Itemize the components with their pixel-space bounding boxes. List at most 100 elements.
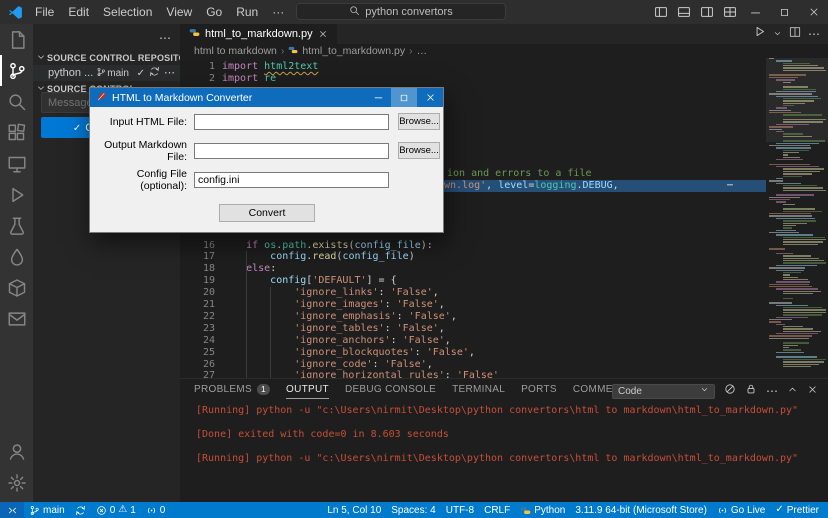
minimap-line xyxy=(783,154,788,155)
activity-live-server[interactable] xyxy=(0,241,33,272)
code-line-27[interactable]: 27 'ignore_horizontal_rules': 'False' xyxy=(180,370,828,378)
activity-source-control[interactable] xyxy=(0,55,33,86)
menu-go[interactable]: Go xyxy=(199,0,229,24)
code-line-2[interactable]: 2import re xyxy=(180,73,828,85)
activity-package[interactable] xyxy=(0,272,33,303)
window-minimize-button[interactable] xyxy=(741,0,770,24)
status-sync-status[interactable] xyxy=(70,502,91,518)
customize-layout-icon[interactable] xyxy=(718,0,741,24)
menu-view[interactable]: View xyxy=(159,0,199,24)
repository-row[interactable]: python ... main ✓ ⋯ xyxy=(33,65,180,81)
maximize-panel-icon[interactable] xyxy=(787,382,798,400)
code-line-17[interactable]: 17 config.read(config_file) xyxy=(180,251,828,263)
status-cursor-position[interactable]: Ln 5, Col 10 xyxy=(322,502,386,518)
menu-edit[interactable]: Edit xyxy=(61,0,96,24)
minimap-line xyxy=(776,143,819,144)
menu-selection[interactable]: Selection xyxy=(96,0,159,24)
status-encoding[interactable]: UTF-8 xyxy=(441,502,479,518)
indent-guide xyxy=(246,251,247,378)
activity-mail[interactable] xyxy=(0,303,33,334)
split-editor-icon[interactable] xyxy=(789,25,801,43)
panel-tab-terminal[interactable]: TERMINAL xyxy=(452,379,505,399)
command-center-search[interactable]: python convertors xyxy=(296,3,506,20)
run-dropdown-icon[interactable] xyxy=(773,25,782,43)
activity-run-debug[interactable] xyxy=(0,179,33,210)
code-line-19[interactable]: 19 config['DEFAULT'] = { xyxy=(180,275,828,287)
menu-file[interactable]: File xyxy=(28,0,61,24)
panel-tab-debug-console[interactable]: DEBUG CONSOLE xyxy=(345,379,436,399)
code-line-1[interactable]: 1import html2text xyxy=(180,61,828,73)
toggle-secondary-sidebar-icon[interactable] xyxy=(695,0,718,24)
tab-close-icon[interactable] xyxy=(318,29,328,39)
panel-tab-ports[interactable]: PORTS xyxy=(521,379,557,399)
toggle-sidebar-icon[interactable] xyxy=(649,0,672,24)
status-branch-status[interactable]: main xyxy=(24,502,70,518)
breadcrumb-file[interactable]: html_to_markdown.py xyxy=(302,45,405,57)
close-panel-icon[interactable] xyxy=(807,382,818,400)
activity-account[interactable] xyxy=(0,436,33,467)
repo-more-icon[interactable]: ⋯ xyxy=(164,67,175,79)
status-go-live[interactable]: Go Live xyxy=(712,502,770,518)
output-console[interactable]: [Running] python -u "c:\Users\nirmit\Des… xyxy=(180,399,828,502)
code-line-18[interactable]: 18 else: xyxy=(180,263,828,275)
window-close-button[interactable] xyxy=(799,0,828,24)
window-maximize-button[interactable] xyxy=(770,0,799,24)
code-line-20[interactable]: 20 'ignore_links': 'False', xyxy=(180,287,828,299)
browse-button[interactable]: Browse... xyxy=(398,142,440,159)
menu-more[interactable]: ··· xyxy=(265,0,291,24)
dialog-minimize-button[interactable] xyxy=(365,88,391,107)
menu-run[interactable]: Run xyxy=(229,0,265,24)
clear-output-icon[interactable] xyxy=(724,382,736,400)
browse-button[interactable]: Browse... xyxy=(398,113,440,130)
status-language-mode[interactable]: Python xyxy=(515,502,570,518)
activity-settings[interactable] xyxy=(0,467,33,498)
lock-scroll-icon[interactable] xyxy=(745,382,757,400)
dialog-file-input[interactable] xyxy=(194,143,389,159)
status-prettier[interactable]: ✓Prettier xyxy=(770,502,824,518)
code-fragment[interactable]: wn.log', level=logging.DEBUG, ⋯ xyxy=(444,180,766,192)
breadcrumb-folder[interactable]: html to markdown xyxy=(194,45,277,57)
commit-icon[interactable]: ✓ xyxy=(137,67,145,79)
convert-button[interactable]: Convert xyxy=(219,204,315,222)
status-problems-status[interactable]: 0⚠1 xyxy=(91,502,141,518)
activity-remote-explorer[interactable] xyxy=(0,148,33,179)
dialog-file-input[interactable] xyxy=(194,172,389,188)
activity-search[interactable] xyxy=(0,86,33,117)
code-line-26[interactable]: 26 'ignore_code': 'False', xyxy=(180,359,828,371)
run-python-file-icon[interactable] xyxy=(753,25,766,43)
output-channel-select[interactable]: Code xyxy=(612,384,715,399)
sidebar-more-actions-icon[interactable]: ⋯ xyxy=(159,29,171,47)
code-line-23[interactable]: 23 'ignore_tables': 'False', xyxy=(180,323,828,335)
editor-more-icon[interactable]: ⋯ xyxy=(808,25,820,43)
status-remote-indicator[interactable] xyxy=(0,502,24,518)
minimap[interactable] xyxy=(766,58,828,378)
status-ports-status[interactable]: 0 xyxy=(141,502,171,518)
code-line-22[interactable]: 22 'ignore_emphasis': 'False', xyxy=(180,311,828,323)
code-line-25[interactable]: 25 'ignore_blockquotes': 'False', xyxy=(180,347,828,359)
toggle-panel-icon[interactable] xyxy=(672,0,695,24)
check-icon: ✓ xyxy=(775,505,783,515)
repositories-section-header[interactable]: SOURCE CONTROL REPOSITORIES ⋯ xyxy=(33,50,180,65)
panel-tab-output[interactable]: OUTPUT xyxy=(286,379,329,399)
status-python-interpreter[interactable]: 3.11.9 64-bit (Microsoft Store) xyxy=(570,502,712,518)
status-indentation[interactable]: Spaces: 4 xyxy=(386,502,440,518)
dialog-close-button[interactable] xyxy=(417,88,443,107)
code-fragment[interactable]: ion and errors to a file xyxy=(447,168,592,180)
panel-more-icon[interactable]: ⋯ xyxy=(766,382,778,400)
breadcrumb-symbol[interactable]: … xyxy=(417,45,428,57)
dialog-title-bar[interactable]: HTML to Markdown Converter xyxy=(90,88,443,107)
minimap-line xyxy=(783,272,801,273)
panel-tab-problems[interactable]: PROBLEMS1 xyxy=(194,379,270,399)
minimap-line xyxy=(776,166,819,167)
tab-html-to-markdown[interactable]: html_to_markdown.py xyxy=(180,24,337,44)
activity-testing[interactable] xyxy=(0,210,33,241)
refresh-icon[interactable] xyxy=(149,66,160,80)
dialog-maximize-button[interactable] xyxy=(391,88,417,107)
code-line-21[interactable]: 21 'ignore_images': 'False', xyxy=(180,299,828,311)
code-line-16[interactable]: 16 if os.path.exists(config_file): xyxy=(180,240,828,252)
dialog-file-input[interactable] xyxy=(194,114,389,130)
code-line-24[interactable]: 24 'ignore_anchors': 'False', xyxy=(180,335,828,347)
activity-extensions[interactable] xyxy=(0,117,33,148)
activity-explorer[interactable] xyxy=(0,24,33,55)
status-eol-sequence[interactable]: CRLF xyxy=(479,502,515,518)
